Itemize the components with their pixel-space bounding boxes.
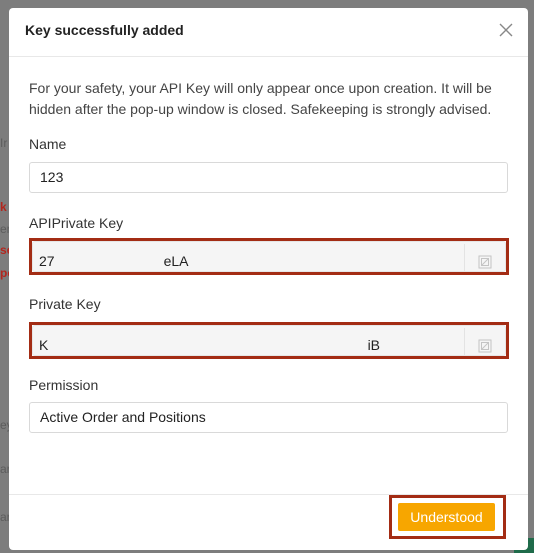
private-key-field[interactable]: K iB — [32, 325, 506, 356]
background-text: k — [0, 200, 7, 214]
api-key-field[interactable]: 27 eLA — [32, 241, 506, 272]
api-key-highlight: 27 eLA — [29, 238, 509, 275]
api-key-label: APIPrivate Key — [29, 215, 124, 231]
private-key-label: Private Key — [29, 296, 101, 312]
safety-notice: For your safety, your API Key will only … — [29, 80, 492, 117]
modal-header: Key successfully added — [9, 8, 528, 57]
background-text: Ir — [0, 136, 8, 150]
modal-title: Key successfully added — [25, 22, 184, 38]
api-key-value: 27 eLA — [39, 253, 189, 269]
name-field[interactable]: 123 — [29, 162, 508, 193]
copy-icon[interactable] — [478, 334, 492, 353]
permission-label: Permission — [29, 377, 99, 393]
close-icon[interactable] — [498, 22, 514, 38]
private-key-value: K iB — [39, 337, 381, 353]
api-key-modal: Key successfully added For your safety, … — [9, 8, 528, 550]
understood-button[interactable]: Understood — [398, 503, 495, 531]
private-key-highlight: K iB — [29, 322, 509, 359]
permission-field[interactable]: Active Order and Positions — [29, 402, 508, 433]
divider — [464, 328, 465, 355]
name-label: Name — [29, 136, 67, 152]
divider — [464, 244, 465, 271]
copy-icon[interactable] — [478, 250, 492, 269]
